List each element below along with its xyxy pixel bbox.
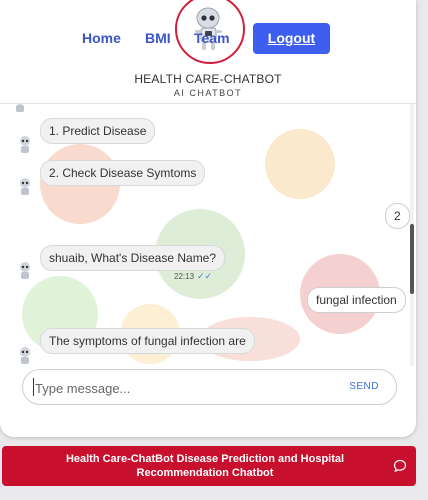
chat-scrollbar-thumb[interactable]: [410, 224, 414, 294]
message-composer: SEND: [22, 369, 397, 405]
bot-message: shuaib, What's Disease Name?: [40, 245, 226, 271]
footer-chat-launcher[interactable]: Health Care-ChatBot Disease Prediction a…: [2, 446, 416, 486]
brand-subtitle: AI CHATBOT: [173, 88, 243, 98]
message-input[interactable]: [33, 377, 317, 399]
message-timestamp: 22:13 ✓✓: [174, 271, 212, 282]
footer-title: Health Care-ChatBot Disease Prediction a…: [65, 453, 345, 479]
bot-avatar-icon: [16, 104, 24, 112]
send-button[interactable]: SEND: [349, 381, 379, 392]
chat-messages[interactable]: 1. Predict Disease 2. Check Disease Symt…: [0, 103, 416, 366]
nav-home-link[interactable]: Home: [82, 30, 121, 46]
chat-bubble-icon[interactable]: [393, 459, 407, 473]
bot-avatar-icon: [20, 136, 30, 153]
bot-avatar-icon: [20, 178, 30, 195]
main-card: Home BMI Team Logout HEALTH CARE-CHATBOT…: [0, 0, 416, 437]
user-message: 2: [385, 203, 410, 229]
bot-avatar-icon: [20, 262, 30, 279]
bot-message: 1. Predict Disease: [40, 118, 156, 144]
nav-team-link[interactable]: Team: [194, 30, 230, 46]
bot-message: The symptoms of fungal infection are: [40, 328, 255, 354]
bot-message: 2. Check Disease Symtoms: [40, 160, 206, 186]
user-message: fungal infection: [307, 287, 406, 313]
brand-title: HEALTH CARE-CHATBOT: [134, 72, 282, 86]
message-time: 22:13: [174, 272, 195, 281]
read-receipt-icon: ✓✓: [197, 271, 213, 281]
nav-bmi-link[interactable]: BMI: [145, 30, 171, 46]
bot-avatar-icon: [20, 347, 30, 364]
logout-button[interactable]: Logout: [253, 23, 330, 54]
